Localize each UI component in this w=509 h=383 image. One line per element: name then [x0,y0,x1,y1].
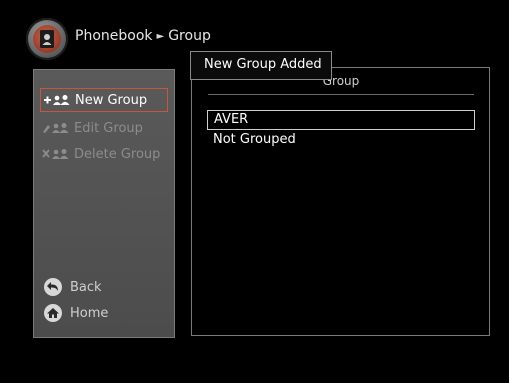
breadcrumb: Phonebook ► Group [75,28,211,44]
header-divider [208,94,474,95]
home-label: Home [70,305,109,321]
delete-group-label: Delete Group [74,146,161,162]
back-button[interactable]: Back [44,278,102,296]
new-group-label: New Group [75,92,148,108]
back-icon [44,278,62,296]
breadcrumb-group: Group [168,28,211,44]
breadcrumb-phonebook: Phonebook [75,28,153,44]
edit-group-icon [40,121,74,135]
sidebar-menu: New Group Edit Group Delete Group Back H… [33,69,175,338]
back-label: Back [70,279,102,295]
delete-group-icon [40,147,74,161]
group-row-aver[interactable]: AVER [207,110,475,130]
group-row-not-grouped[interactable]: Not Grouped [207,131,475,151]
add-group-icon [41,93,75,107]
toast-notification: New Group Added [190,51,332,80]
home-button[interactable]: Home [44,304,108,322]
breadcrumb-separator: ► [156,31,165,42]
group-list-panel: Group AVER Not Grouped [191,67,490,336]
edit-group-button[interactable]: Edit Group [40,116,168,140]
edit-group-label: Edit Group [74,120,143,136]
phonebook-icon [26,18,68,60]
home-icon [44,304,62,322]
delete-group-button[interactable]: Delete Group [40,142,168,166]
new-group-button[interactable]: New Group [40,88,168,112]
